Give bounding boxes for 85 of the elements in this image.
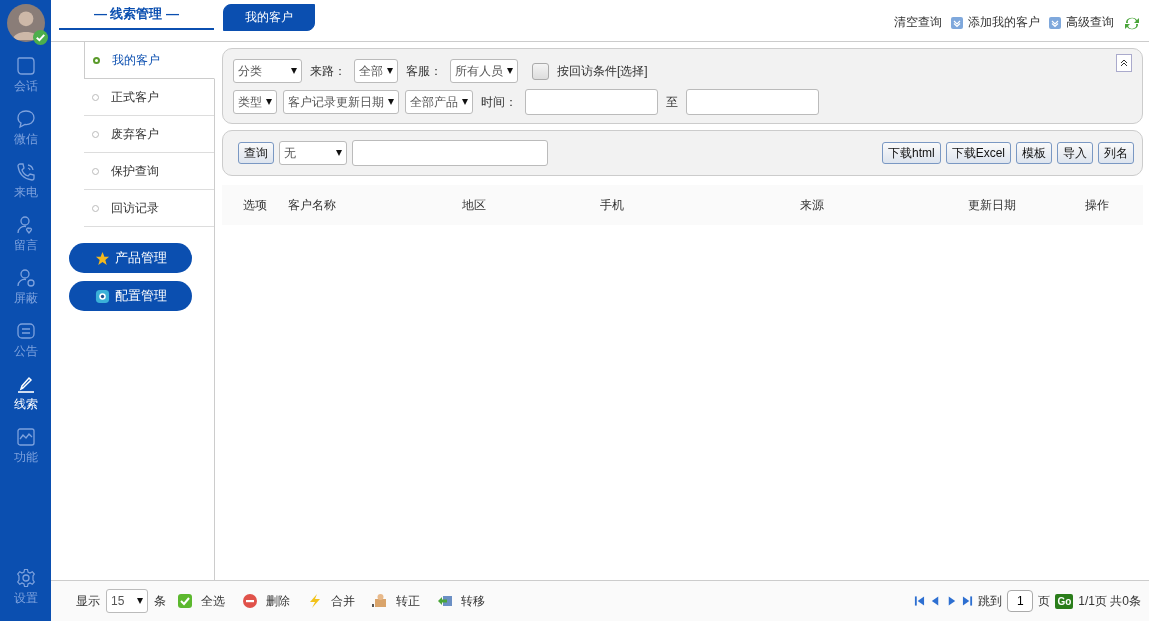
last-page-icon[interactable] bbox=[962, 595, 974, 607]
footer-action[interactable]: 全选 bbox=[177, 592, 225, 610]
top-action-link[interactable]: 清空查询 bbox=[894, 14, 942, 31]
page-number-field[interactable]: 1 bbox=[1007, 590, 1034, 612]
filter-label: 来路： bbox=[310, 62, 346, 80]
toolbar-button[interactable]: 列名 bbox=[1098, 142, 1134, 164]
first-page-icon[interactable] bbox=[914, 595, 926, 607]
toolbar-button[interactable]: 导入 bbox=[1057, 142, 1093, 164]
caret-icon bbox=[291, 68, 297, 74]
top-action-link[interactable]: 高级查询 bbox=[1066, 14, 1114, 31]
tab[interactable]: 我的客户 bbox=[223, 4, 315, 31]
minus-circle-icon bbox=[242, 593, 258, 609]
avatar[interactable] bbox=[6, 4, 45, 42]
top-action-link[interactable]: 添加我的客户 bbox=[968, 14, 1040, 31]
checkbox-option[interactable]: 按回访条件[选择] bbox=[532, 62, 648, 80]
column-header: 选项 bbox=[243, 196, 268, 214]
dropdown[interactable]: 类型 bbox=[233, 90, 277, 114]
phone-icon bbox=[15, 162, 36, 182]
date-field[interactable] bbox=[686, 89, 819, 115]
nav-item[interactable]: 废弃客户 bbox=[84, 116, 214, 153]
menu-button[interactable]: 配置管理 bbox=[69, 281, 192, 311]
caret-icon bbox=[137, 598, 143, 604]
page-size-dropdown[interactable]: 15 bbox=[106, 589, 148, 613]
footer-action[interactable]: 转正 bbox=[372, 592, 420, 610]
unit-label: 条 bbox=[154, 592, 166, 610]
jump-label: 跳到 bbox=[978, 592, 1003, 610]
page-summary: 1/1页 共0条 bbox=[1078, 592, 1141, 610]
dropdown[interactable]: 全部产品 bbox=[405, 90, 473, 114]
dropdown[interactable]: 所有人员 bbox=[450, 59, 518, 83]
menu-button[interactable]: 产品管理 bbox=[69, 243, 192, 273]
caret-icon bbox=[336, 150, 342, 156]
caret-icon bbox=[507, 68, 513, 74]
lightning-icon bbox=[307, 593, 323, 609]
dropdown[interactable]: 分类 bbox=[233, 59, 302, 83]
toolbar-button[interactable]: 模板 bbox=[1016, 142, 1052, 164]
person-block-icon bbox=[15, 268, 36, 288]
filter-label: 至 bbox=[666, 93, 678, 111]
filter-label: 时间： bbox=[481, 93, 517, 111]
caret-icon bbox=[266, 99, 272, 105]
dropdown[interactable]: 全部 bbox=[354, 59, 398, 83]
nav-item[interactable]: 回访记录 bbox=[84, 190, 214, 227]
toolbar-button[interactable]: 下载Excel bbox=[945, 142, 1011, 164]
nav-item[interactable]: 我的客户 bbox=[84, 42, 215, 79]
online-check-icon bbox=[32, 30, 48, 45]
pencil-icon bbox=[15, 374, 36, 394]
go-button[interactable]: Go bbox=[1055, 593, 1074, 609]
column-header: 客户名称 bbox=[288, 196, 337, 214]
checkmark-icon bbox=[177, 593, 193, 609]
caret-icon bbox=[462, 99, 468, 105]
collapse-button[interactable] bbox=[1116, 54, 1132, 72]
nav-item[interactable]: 正式客户 bbox=[84, 79, 214, 116]
column-header: 操作 bbox=[1085, 196, 1110, 214]
rail-nav-item[interactable]: 线索 bbox=[13, 374, 38, 427]
star-icon bbox=[94, 250, 110, 266]
checkbox[interactable] bbox=[532, 62, 549, 80]
column-header: 来源 bbox=[800, 196, 825, 214]
footer-action[interactable]: 删除 bbox=[242, 592, 290, 610]
caret-icon bbox=[388, 99, 394, 105]
show-label: 显示 bbox=[76, 592, 100, 610]
package-icon bbox=[372, 593, 388, 609]
gear-icon bbox=[94, 288, 110, 304]
column-header: 地区 bbox=[462, 196, 487, 214]
search-button[interactable]: 查询 bbox=[238, 142, 274, 164]
chevron-down-icon bbox=[951, 16, 963, 29]
column-header: 更新日期 bbox=[968, 196, 1017, 214]
column-header: 手机 bbox=[600, 196, 625, 214]
transfer-arrow-icon bbox=[437, 593, 453, 609]
chevron-down-icon bbox=[1049, 16, 1061, 29]
dropdown[interactable]: 客户记录更新日期 bbox=[283, 90, 399, 114]
notice-icon bbox=[15, 321, 36, 341]
caret-icon bbox=[387, 68, 393, 74]
footer-action[interactable]: 转移 bbox=[437, 592, 485, 610]
field-dropdown[interactable]: 无 bbox=[279, 141, 347, 165]
filter-label: 客服： bbox=[406, 62, 442, 80]
chat-bubble-icon bbox=[15, 109, 36, 129]
search-field[interactable] bbox=[352, 140, 548, 166]
footer-action[interactable]: 合并 bbox=[307, 592, 355, 610]
page-unit-label: 页 bbox=[1038, 592, 1051, 610]
chart-icon bbox=[15, 427, 36, 447]
settings-icon bbox=[15, 568, 36, 588]
nav-item[interactable]: 保护查询 bbox=[84, 153, 214, 190]
chevron-up-icon bbox=[1120, 59, 1128, 67]
date-field[interactable] bbox=[525, 89, 658, 115]
section-title: — 线索管理 — bbox=[59, 0, 214, 30]
toolbar-button[interactable]: 下载html bbox=[882, 142, 941, 164]
